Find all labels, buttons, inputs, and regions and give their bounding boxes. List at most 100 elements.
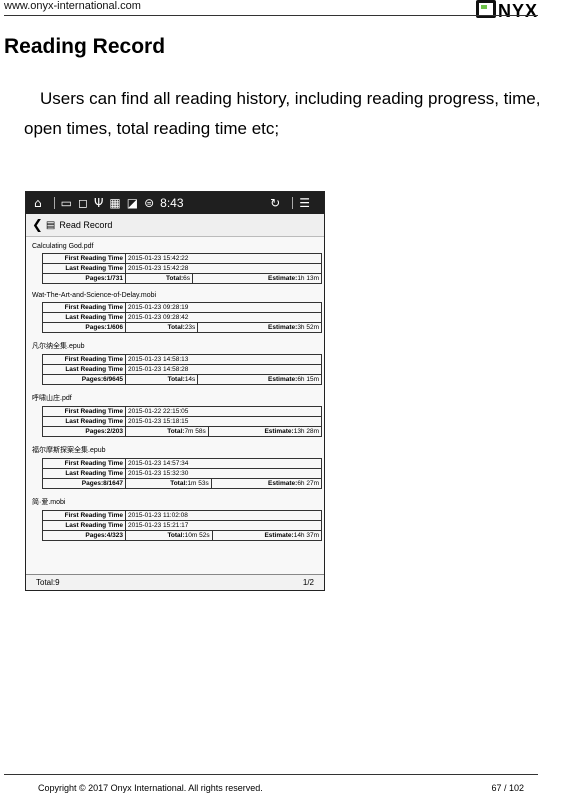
back-arrow-icon[interactable]: ❮ xyxy=(32,218,43,233)
estimate-label: Estimate: xyxy=(268,275,298,282)
first-time-value: 2015-01-23 09:28:19 xyxy=(125,302,322,313)
page-number: 67 / 102 xyxy=(491,783,524,793)
record-item[interactable]: 呼啸山庄.pdf First Reading Time 2015-01-22 22… xyxy=(32,393,323,437)
status-separator xyxy=(292,197,294,209)
copyright-text: Copyright © 2017 Onyx International. All… xyxy=(38,783,263,793)
first-time-value: 2015-01-23 14:58:13 xyxy=(125,354,322,365)
estimate-value: 3h 52m xyxy=(297,324,319,331)
total-value: 23s xyxy=(184,324,196,331)
estimate-label: Estimate: xyxy=(268,376,298,383)
device-screenshot: ⌂ ▭ ◻ Ψ ▦ ◪ ⊜ 8:43 ↻ ☰ ❮ ▤ Read Record C… xyxy=(25,191,325,591)
total-value: 7m 58s xyxy=(184,428,206,435)
device-page-indicator[interactable]: 1/2 xyxy=(303,578,314,587)
record-filename: Wat-The-Art-and-Science-of-Delay.mobi xyxy=(32,292,157,299)
estimate-label: Estimate: xyxy=(268,324,298,331)
estimate-cell: Estimate:6h 27m xyxy=(210,478,323,489)
record-filename: 简·爱.mobi xyxy=(32,499,66,506)
record-table: First Reading Time 2015-01-23 14:58:13 La… xyxy=(42,354,322,385)
screen-title: Read Record xyxy=(59,220,113,230)
record-table: First Reading Time 2015-01-22 22:15:05 La… xyxy=(42,406,323,437)
pages-value: Pages:4/323 xyxy=(42,530,126,541)
total-cell: Total:6s xyxy=(124,273,194,284)
onyx-logo: NYX xyxy=(475,0,538,22)
last-time-label: Last Reading Time xyxy=(42,263,126,274)
first-time-label: First Reading Time xyxy=(42,253,126,264)
total-cell: Total:7m 58s xyxy=(125,426,209,437)
cpu-icon: ▦ xyxy=(109,196,121,210)
total-value: 10m 52s xyxy=(184,532,210,539)
estimate-value: 14h 37m xyxy=(293,532,319,539)
record-item[interactable]: 福尔摩斯探案全集.epub First Reading Time 2015-01-… xyxy=(32,445,323,489)
section-intro: Users can find all reading history, incl… xyxy=(24,89,541,138)
device-status-bar: ⌂ ▭ ◻ Ψ ▦ ◪ ⊜ 8:43 ↻ ☰ xyxy=(26,192,324,214)
first-time-label: First Reading Time xyxy=(42,354,126,365)
estimate-label: Estimate: xyxy=(264,428,294,435)
last-time-value: 2015-01-23 09:28:42 xyxy=(125,312,322,323)
first-time-value: 2015-01-23 11:02:08 xyxy=(125,510,322,521)
record-filename: 福尔摩斯探案全集.epub xyxy=(32,447,106,454)
record-item[interactable]: 凡尔纳全集.epub First Reading Time 2015-01-23 … xyxy=(32,341,322,385)
record-table: First Reading Time 2015-01-23 11:02:08 La… xyxy=(42,510,323,541)
pages-value: Pages:8/1647 xyxy=(42,478,126,489)
refresh-icon[interactable]: ↻ xyxy=(270,196,280,210)
pages-value: Pages:1/731 xyxy=(42,273,126,284)
record-table: First Reading Time 2015-01-23 09:28:19 La… xyxy=(42,302,322,333)
first-time-value: 2015-01-22 22:15:05 xyxy=(125,406,322,417)
battery-icon: ▭ xyxy=(60,196,72,210)
footer-divider xyxy=(4,774,538,775)
record-filename: 呼啸山庄.pdf xyxy=(32,395,72,402)
first-time-label: First Reading Time xyxy=(42,406,126,417)
wifi-icon: ⊜ xyxy=(144,196,155,210)
status-separator xyxy=(53,197,55,209)
pages-value: Pages:1/606 xyxy=(42,322,126,333)
menu-icon[interactable]: ☰ xyxy=(299,196,310,210)
first-time-label: First Reading Time xyxy=(42,302,126,313)
total-label: Total: xyxy=(167,532,185,539)
total-label: Total: xyxy=(167,428,185,435)
estimate-value: 13h 28m xyxy=(293,428,319,435)
total-label: Total: xyxy=(170,480,188,487)
last-time-value: 2015-01-23 15:18:15 xyxy=(125,416,322,427)
book-icon: ▤ xyxy=(45,219,56,231)
estimate-label: Estimate: xyxy=(268,480,298,487)
estimate-label: Estimate: xyxy=(264,532,294,539)
last-time-label: Last Reading Time xyxy=(42,468,126,479)
total-value: 14s xyxy=(184,376,196,383)
home-icon[interactable]: ⌂ xyxy=(34,196,42,210)
status-time: 8:43 xyxy=(160,196,184,210)
record-list: Calculating God.pdf First Reading Time 20… xyxy=(26,237,324,541)
estimate-cell: Estimate:14h 37m xyxy=(211,530,323,541)
pages-value: Pages:2/203 xyxy=(42,426,126,437)
logo-text: NYX xyxy=(497,1,538,21)
usb-icon: Ψ xyxy=(93,196,104,210)
total-label: Total: xyxy=(167,324,185,331)
last-time-label: Last Reading Time xyxy=(42,416,126,427)
image-icon: ◪ xyxy=(126,196,139,210)
total-label: Total: xyxy=(167,376,185,383)
first-time-value: 2015-01-23 15:42:22 xyxy=(125,253,322,264)
record-item[interactable]: Calculating God.pdf First Reading Time 20… xyxy=(32,243,322,284)
screen-title-bar: ❮ ▤ Read Record xyxy=(26,214,324,237)
record-table: First Reading Time 2015-01-23 15:42:22 La… xyxy=(42,253,322,284)
record-item[interactable]: 简·爱.mobi First Reading Time 2015-01-23 11… xyxy=(32,497,323,541)
last-time-value: 2015-01-23 15:32:30 xyxy=(125,468,322,479)
section-title: Reading Record xyxy=(4,35,166,58)
estimate-cell: Estimate:3h 52m xyxy=(197,322,322,333)
record-filename: Calculating God.pdf xyxy=(32,243,94,250)
estimate-cell: Estimate:6h 15m xyxy=(197,374,322,385)
last-time-value: 2015-01-23 15:42:28 xyxy=(125,263,322,274)
note-icon[interactable]: ◻ xyxy=(78,196,88,210)
estimate-cell: Estimate:1h 13m xyxy=(192,273,322,284)
header-divider xyxy=(4,15,538,16)
total-cell: Total:23s xyxy=(124,322,199,333)
record-item[interactable]: Wat-The-Art-and-Science-of-Delay.mobi Fi… xyxy=(32,292,322,333)
total-value: 1m 53s xyxy=(187,480,209,487)
device-footer: Total:9 1/2 xyxy=(26,574,324,590)
total-cell: Total:14s xyxy=(124,374,199,385)
last-time-label: Last Reading Time xyxy=(42,520,126,531)
header-url: www.onyx-international.com xyxy=(4,0,141,12)
total-value: 6s xyxy=(183,275,191,282)
records-total: Total:9 xyxy=(36,578,60,587)
total-cell: Total:10m 52s xyxy=(125,530,213,541)
record-filename: 凡尔纳全集.epub xyxy=(32,343,85,350)
